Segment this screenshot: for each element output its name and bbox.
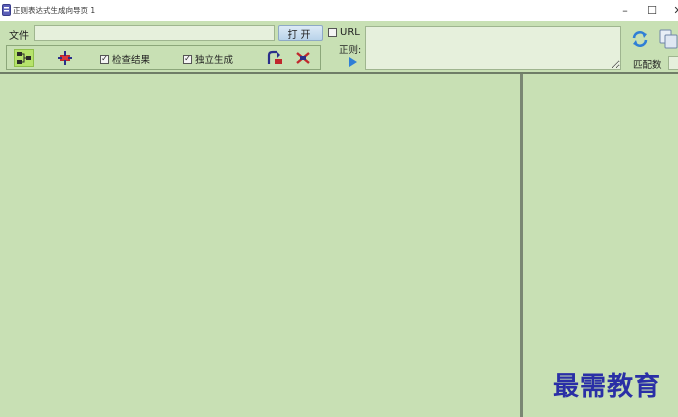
file-path-input[interactable] (34, 25, 275, 41)
maximize-button[interactable]: ☐ (638, 0, 666, 21)
watermark-text: 最需教育 (553, 372, 662, 402)
regex-label: 正则: (339, 45, 362, 56)
check-result-label: 检查结果 (112, 55, 151, 66)
minimize-button[interactable]: – (611, 0, 639, 21)
app-icon (2, 4, 11, 16)
tree-structure-icon[interactable] (14, 49, 34, 67)
node-link-icon[interactable] (265, 49, 285, 67)
title-bar: 正则表达式生成向导页 1 – ☐ ✕ (0, 0, 678, 21)
play-icon[interactable] (348, 56, 358, 68)
copy-icon[interactable] (659, 29, 678, 49)
file-label: 文件 (9, 31, 29, 42)
match-count-field (668, 56, 678, 70)
independent-generate-box[interactable]: ✓ (183, 54, 192, 64)
source-text-pane[interactable] (0, 74, 520, 417)
regex-textarea[interactable] (365, 26, 621, 70)
url-label: URL (340, 27, 360, 38)
close-button[interactable]: ✕ (664, 0, 678, 21)
refresh-icon[interactable] (631, 30, 649, 48)
url-checkbox[interactable]: URL (328, 27, 360, 38)
open-button[interactable]: 打开 (278, 25, 323, 41)
independent-generate-checkbox[interactable]: ✓ 独立生成 (183, 52, 233, 66)
match-count-label: 匹配数 (633, 60, 662, 71)
node-add-icon[interactable] (55, 49, 75, 67)
window-title: 正则表达式生成向导页 1 (13, 6, 96, 15)
independent-generate-label: 独立生成 (195, 55, 234, 66)
node-remove-icon[interactable] (293, 49, 313, 67)
url-box[interactable] (328, 28, 337, 37)
tool-panel: ✓ 检查结果 ✓ 独立生成 (6, 45, 321, 70)
toolbar: 文件 打开 ✓ 检查结果 ✓ 独立生成 URL 正则: 匹配数 (0, 21, 678, 73)
check-result-box[interactable]: ✓ (100, 54, 109, 64)
check-result-checkbox[interactable]: ✓ 检查结果 (100, 52, 150, 66)
